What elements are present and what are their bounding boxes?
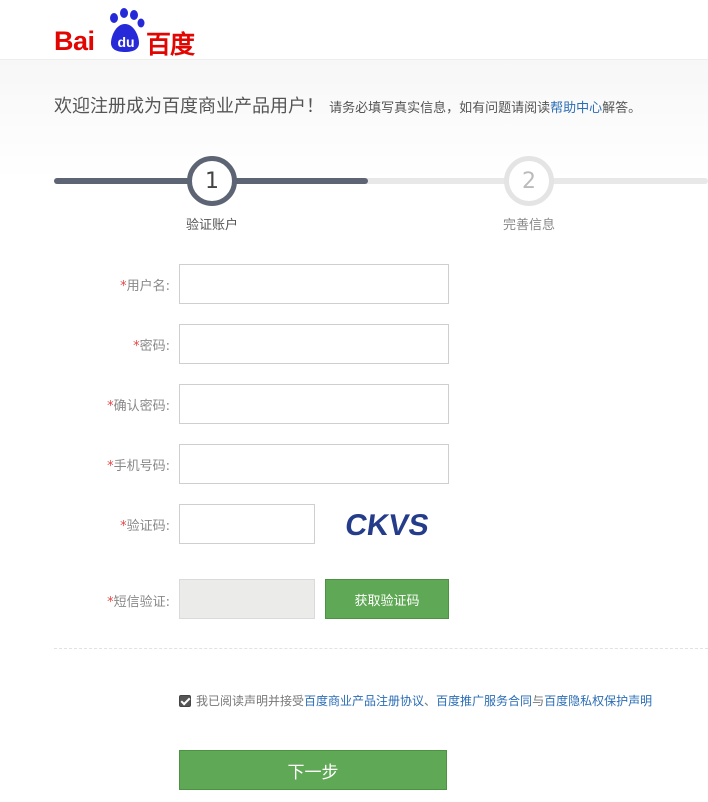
password-label: *密码: — [133, 339, 170, 354]
agreement-row: 我已阅读声明并接受 百度商业产品注册协议、百度推广服务合同与百度隐私权保护声明 — [179, 692, 652, 709]
divider — [54, 648, 708, 649]
step-2-circle: 2 — [504, 156, 554, 206]
help-center-link[interactable]: 帮助中心 — [550, 101, 602, 116]
agreement-prefix: 我已阅读声明并接受 — [196, 694, 305, 708]
password-input[interactable] — [179, 324, 449, 364]
captcha-label: *验证码: — [120, 519, 170, 534]
step-1-label: 验证账户 — [185, 218, 238, 233]
agreement-separator: 、 — [424, 694, 437, 708]
welcome-title: 欢迎注册成为百度商业产品用户！ — [54, 96, 324, 117]
agreement-link-service-contract[interactable]: 百度推广服务合同 — [436, 692, 532, 709]
get-sms-code-button[interactable]: 获取验证码 — [325, 579, 449, 619]
logo-chinese-text: 百度 — [146, 30, 195, 59]
agreement-link-privacy[interactable]: 百度隐私权保护声明 — [544, 692, 652, 709]
agreement-conjunction: 与 — [532, 694, 545, 708]
sms-code-input[interactable] — [179, 579, 315, 619]
header: Bai du 百度 — [0, 0, 708, 60]
captcha-image[interactable]: CKVS — [336, 505, 436, 545]
captcha-input[interactable] — [179, 504, 315, 544]
username-input[interactable] — [179, 264, 449, 304]
phone-label: *手机号码: — [107, 459, 170, 474]
confirm-password-label: *确认密码: — [107, 399, 170, 414]
username-label: *用户名: — [120, 279, 170, 294]
sms-label: *短信验证: — [107, 595, 170, 610]
logo-latin-text: Bai — [54, 26, 95, 56]
next-step-button[interactable]: 下一步 — [179, 750, 447, 790]
welcome-hint: 请务必填写真实信息，如有问题请阅读 — [329, 101, 551, 116]
logo-du-text: du — [117, 34, 135, 50]
step-1-circle: 1 — [187, 156, 237, 206]
captcha-text: CKVS — [343, 509, 431, 542]
welcome-message: 欢迎注册成为百度商业产品用户！ 请务必填写真实信息，如有问题请阅读帮助中心解答。 — [54, 92, 641, 118]
step-2-label: 完善信息 — [502, 218, 555, 233]
main-area — [0, 60, 708, 802]
agreement-checkbox[interactable] — [179, 694, 191, 707]
agreement-link-registration[interactable]: 百度商业产品注册协议 — [304, 692, 424, 709]
welcome-hint-suffix: 解答。 — [602, 101, 642, 116]
confirm-password-input[interactable] — [179, 384, 449, 424]
baidu-logo[interactable]: Bai du 百度 — [54, 8, 204, 59]
phone-input[interactable] — [179, 444, 449, 484]
